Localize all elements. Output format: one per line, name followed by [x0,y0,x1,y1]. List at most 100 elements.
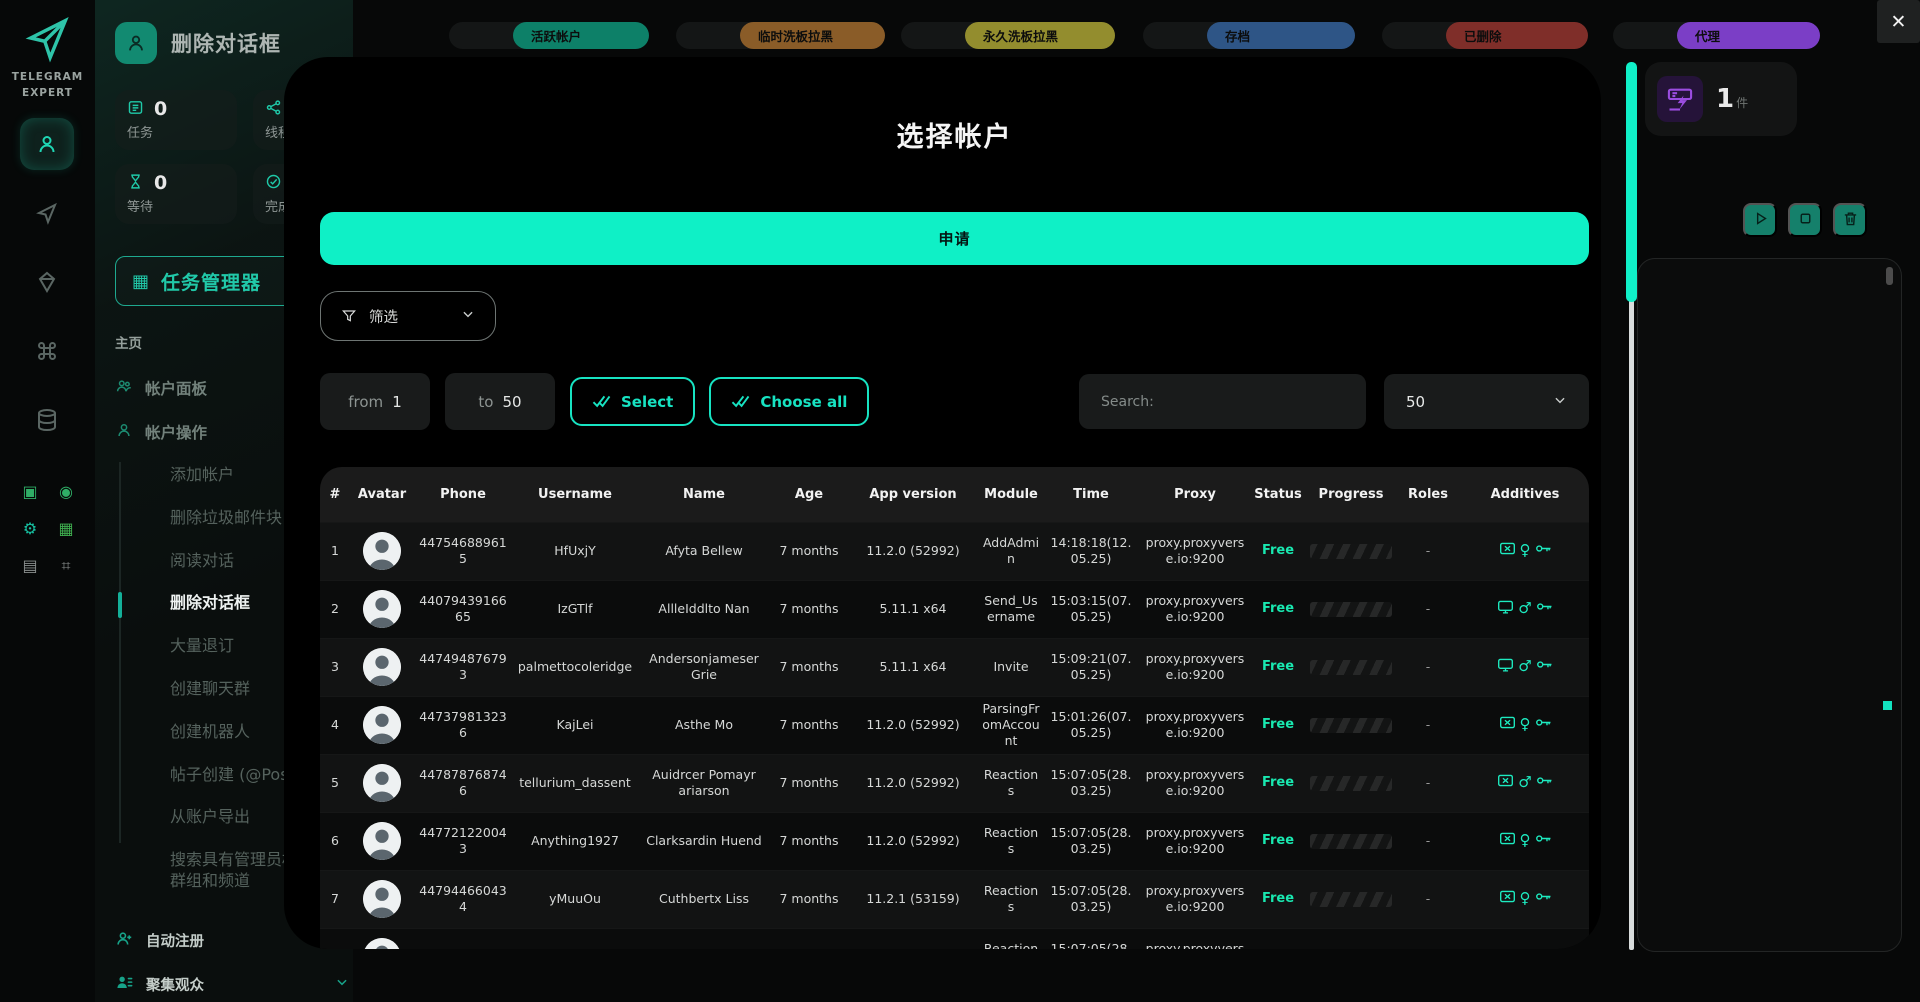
column-header: # [320,467,350,522]
choose-all-button[interactable]: Choose all [709,377,869,426]
start-button[interactable] [1743,203,1777,237]
phone-cell: 447546889615 [414,522,512,580]
table-row[interactable]: 24407943916665IzGTlfAllleIddlto Nan7 mon… [320,580,1589,638]
close-icon[interactable]: ✕ [1877,0,1920,43]
age-cell [770,928,848,949]
select-button[interactable]: Select [570,377,695,426]
page-size-select[interactable]: 50 [1384,374,1589,429]
status-badge[interactable]: 已删除 [1446,22,1588,49]
apply-button[interactable]: 申请 [320,212,1589,265]
status-badge[interactable]: 存档 [1207,22,1355,49]
rail-user-icon[interactable] [20,118,74,170]
status-cell: Free [1252,522,1304,580]
range-from-input[interactable]: from 1 [320,373,430,430]
table-row[interactable]: 44744650553unsaturationamaReactions15:07… [320,928,1589,949]
phone-cell: 44744650553 [414,928,512,949]
module-cell: Invite [978,638,1044,696]
log-panel [1637,258,1902,952]
status-cell: Free [1252,870,1304,928]
progress-bar [1310,660,1392,675]
proxy-cell: proxy.proxyverse.io:9200 [1138,638,1252,696]
gear-mini-icon[interactable]: ⚙ [23,519,37,538]
status-value: Free [1262,659,1294,674]
table-row[interactable]: 7447944660434yMuuOuCuthbertx Liss7 month… [320,870,1589,928]
range-to-input[interactable]: to 50 [445,373,555,430]
stat-value: 0 [154,172,167,194]
proxy-unit: 件 [1736,96,1748,110]
avatar [363,706,401,744]
status-badge[interactable]: 临时洗板拉黑 [740,22,885,49]
table-row[interactable]: 5447878768746tellurium_dassentAuidrcer P… [320,754,1589,812]
progress-cell [1304,928,1398,949]
key-icon [1536,773,1553,792]
key-icon [1535,715,1552,734]
progress-cell [1304,522,1398,580]
proxy-cell: proxy.proxyverse.io:9200 [1138,928,1252,949]
monitor-icon [1497,657,1514,676]
column-header: Progress [1304,467,1398,522]
additives-icons: ♀ [1461,541,1589,560]
time-cell: 15:07:05(28.03.25) [1044,870,1138,928]
stop-icon [1797,210,1814,230]
column-header: Additives [1458,467,1589,522]
paper-plane-logo-icon [22,12,74,64]
status-badge[interactable]: 活跃帐户 [513,22,649,49]
module-cell: Reactions [978,928,1044,949]
select-label: Select [621,393,673,411]
age-cell: 7 months [770,870,848,928]
additives-cell: ♂ [1458,754,1589,812]
status-badge[interactable]: 代理 [1677,22,1820,49]
male-icon: ♂ [1518,775,1531,791]
person-mini-icon[interactable]: ◉ [59,482,73,501]
rail-send-icon[interactable] [20,187,74,239]
status-badge[interactable]: 永久洗板拉黑 [965,22,1115,49]
rail-database-icon[interactable] [20,394,74,446]
panel-scrollbar-thumb[interactable] [1886,267,1893,285]
proxy-cell: proxy.proxyverse.io:9200 [1138,580,1252,638]
app-version-cell: 11.2.1 (53159) [848,870,978,928]
modal-scrollbar-track[interactable] [1629,300,1634,950]
nodes-mini-icon[interactable]: ⌗ [61,556,70,576]
column-header: Name [638,467,770,522]
table-row[interactable]: 1447546889615HfUxjYAfyta Bellew7 months1… [320,522,1589,580]
table-row[interactable]: 6447721220043Anything1927Clarksardin Hue… [320,812,1589,870]
delete-button[interactable] [1833,203,1867,237]
table-row[interactable]: 4447379813236KajLeiAsthe Mo7 months11.2.… [320,696,1589,754]
additives-cell: ♀ [1458,812,1589,870]
module-cell: Reactions [978,754,1044,812]
search-input[interactable] [1079,394,1366,410]
sidebar-subitem-label: 删除垃圾邮件块 [170,508,282,527]
proxy-cell: proxy.proxyverse.io:9200 [1138,522,1252,580]
username-cell: Anything1927 [512,812,638,870]
monitor-mini-icon[interactable]: ▣ [22,482,37,501]
username-cell: KajLei [512,696,638,754]
rail-command-icon[interactable] [20,325,74,377]
panel-marker [1883,701,1892,710]
app-root: TELEGRAM EXPERT ▣◉⚙▦▤⌗ 删除对话框 0任务0线程0等待0完… [0,0,1920,1002]
filter-button[interactable]: 筛选 [320,291,496,341]
grid-mini-icon[interactable]: ▦ [58,519,73,538]
roles-cell: - [1398,580,1458,638]
chevron-down-icon [1553,392,1567,411]
progress-bar [1310,892,1392,907]
stop-button[interactable] [1788,203,1822,237]
additives-icons: ♂ [1461,599,1589,618]
sidebar-item[interactable]: 聚集观众 [115,962,355,1002]
time-cell: 15:07:05(28.03.25) [1044,754,1138,812]
rail-gem-icon[interactable] [20,256,74,308]
status-badge-label: 活跃帐户 [531,26,581,45]
avatar [363,822,401,860]
brand-line2: EXPERT [0,86,95,102]
avatar [363,938,401,949]
table-row[interactable]: 3447494876793palmettocoleridgeAndersonja… [320,638,1589,696]
column-header: Age [770,467,848,522]
progress-cell [1304,696,1398,754]
module-cell: ParsingFromAccount [978,696,1044,754]
modal-scrollbar-thumb[interactable] [1626,62,1637,302]
search-box [1079,374,1366,429]
doc-mini-icon[interactable]: ▤ [22,556,37,576]
column-header: Roles [1398,467,1458,522]
additives-cell: ♀ [1458,870,1589,928]
proxy-cell: proxy.proxyverse.io:9200 [1138,696,1252,754]
name-cell: Clarksardin Huend [638,812,770,870]
